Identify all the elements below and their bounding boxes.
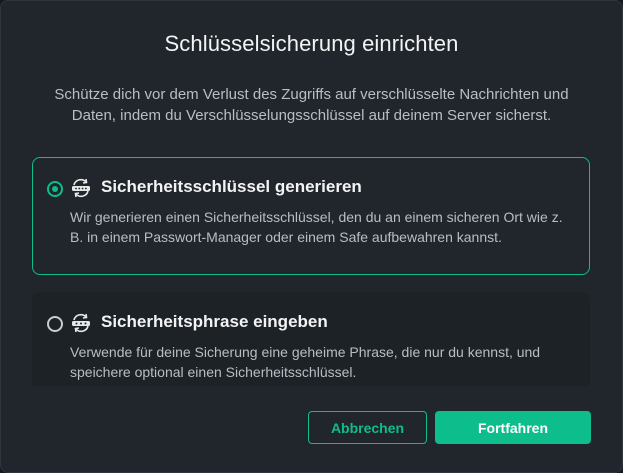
option-title: Sicherheitsschlüssel generieren [101,177,362,196]
dialog-description: Schütze dich vor dem Verlust des Zugriff… [54,86,569,124]
option-generate-security-key[interactable]: Sicherheitsschlüssel generieren Wir gene… [32,157,590,275]
continue-button[interactable]: Fortfahren [435,411,591,444]
option-enter-passphrase[interactable]: Sicherheitsphrase eingeben Verwende für … [32,292,590,386]
key-backup-dialog: Schlüsselsicherung einrichten Schütze di… [0,0,623,473]
passphrase-icon [70,312,92,334]
cancel-button[interactable]: Abbrechen [308,411,427,444]
option-title: Sicherheitsphrase eingeben [101,312,328,331]
dialog-title: Schlüsselsicherung einrichten [164,31,459,56]
radio-generate-security-key[interactable] [47,181,63,197]
key-generate-icon [70,177,92,199]
option-description: Wir generieren einen Sicherheitsschlüsse… [70,209,563,245]
option-description: Verwende für deine Sicherung eine geheim… [70,344,541,380]
radio-enter-passphrase[interactable] [47,316,63,332]
